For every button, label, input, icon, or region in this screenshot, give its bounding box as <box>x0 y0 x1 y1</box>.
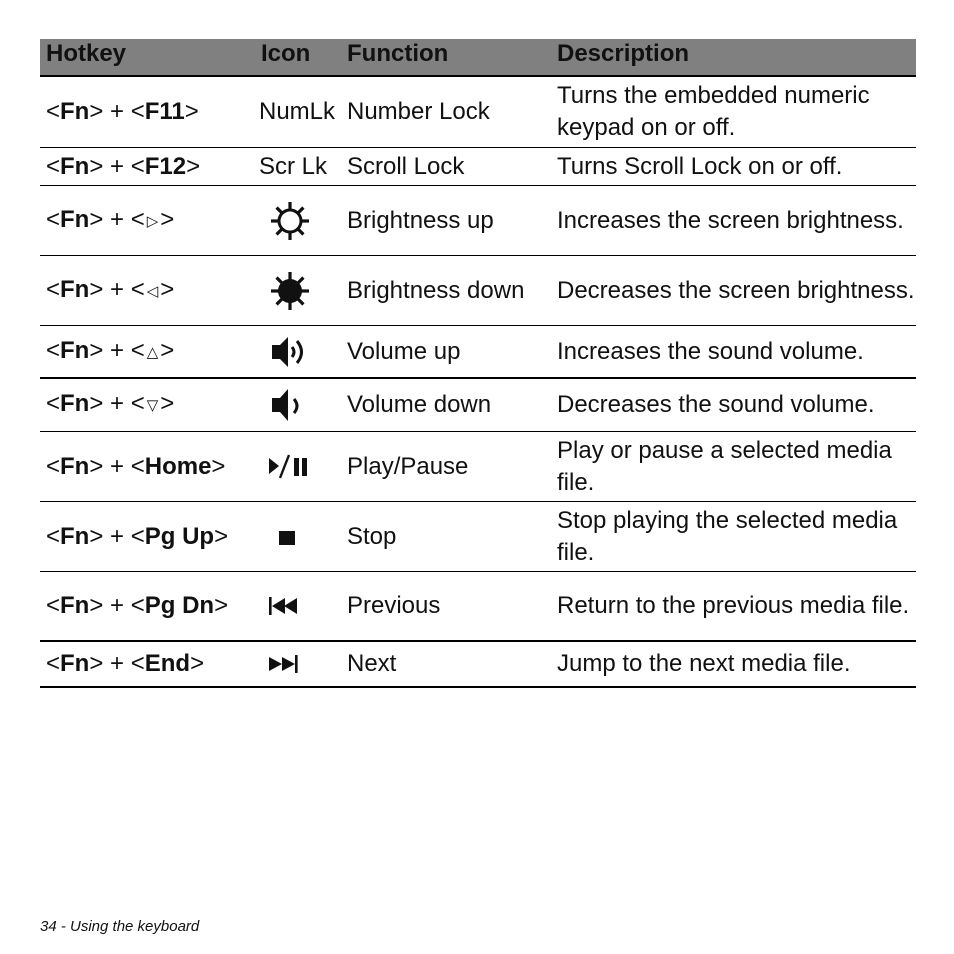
table-row: <Fn> + < ▽> Volume down Decreases the sound… <box>40 379 916 432</box>
play-pause-icon <box>267 450 313 484</box>
hotkey-cell: <Fn> + < ◁> <box>40 256 255 325</box>
arrow-key-icon: ◁ <box>146 282 159 300</box>
key-name: Pg Up <box>144 522 215 550</box>
hotkey-cell: <Fn> + <F12> <box>46 152 201 180</box>
description-cell: Stop playing the selected media file. <box>557 506 898 566</box>
key-name: F12 <box>144 152 187 180</box>
icon-cell <box>255 379 341 431</box>
modifier-key: Fn <box>60 452 90 480</box>
brightness-down-icon <box>268 269 312 313</box>
table-row: <Fn> + < △> Volume up Increases the sound v… <box>40 326 916 379</box>
icon-cell <box>255 186 341 255</box>
description-cell: Increases the sound volume. <box>557 337 864 365</box>
key-name: Pg Dn <box>144 592 215 619</box>
table-row: <Fn> + <End> Next Jump to the next media f… <box>40 642 916 688</box>
function-cell: Scroll Lock <box>347 152 465 180</box>
stop-icon <box>267 522 313 552</box>
header-hotkey: Hotkey <box>46 40 127 67</box>
modifier-key: Fn <box>60 275 90 303</box>
description-cell: Play or pause a selected media file. <box>557 436 892 496</box>
function-cell: Previous <box>347 592 441 619</box>
hotkey-cell: <Fn> + <Pg Dn> <box>46 592 229 619</box>
description-cell: Turns the embedded numeric keypad on or … <box>557 82 870 141</box>
next-icon <box>267 649 313 679</box>
volume-up-icon <box>270 332 310 372</box>
table-row: <Fn> + <Pg Up> Stop Stop playing the selec… <box>40 502 916 572</box>
table-row: <Fn> + < ◁> Brightness down Decreases the s… <box>40 256 916 326</box>
icon-cell <box>255 256 341 325</box>
modifier-key: Fn <box>60 390 90 417</box>
page-footer: 34 - Using the keyboard <box>40 918 200 935</box>
key-name: F11 <box>144 98 185 125</box>
hotkey-cell: <Fn> + < ▷> <box>40 186 255 255</box>
icon-cell <box>255 326 341 377</box>
description-cell: Turns Scroll Lock on or off. <box>557 152 843 180</box>
hotkey-cell: <Fn> + <Pg Up> <box>46 522 229 550</box>
table-body: <Fn> + <F11> NumLk Number Lock Turns the em… <box>40 77 916 688</box>
hotkey-cell: <Fn> + < ▽> <box>40 379 255 431</box>
description-cell: Increases the screen brightness. <box>557 206 904 234</box>
modifier-key: Fn <box>60 650 90 677</box>
function-cell: Stop <box>347 522 397 550</box>
modifier-key: Fn <box>60 98 90 125</box>
function-cell: Play/Pause <box>347 452 469 480</box>
hotkey-cell: <Fn> + <Home> <box>46 452 226 480</box>
icon-cell <box>255 432 341 501</box>
icon-cell <box>255 642 341 686</box>
description-cell: Return to the previous media file. <box>557 592 910 619</box>
icon-label: Scr Lk <box>259 152 328 180</box>
modifier-key: Fn <box>60 522 90 550</box>
modifier-key: Fn <box>60 336 90 364</box>
icon-label: NumLk <box>259 98 336 125</box>
description-cell: Decreases the sound volume. <box>557 391 875 418</box>
function-cell: Brightness up <box>347 206 494 234</box>
table-row: <Fn> + < ▷> Brightness up Increases the scr… <box>40 186 916 256</box>
description-cell: Jump to the next media file. <box>557 650 851 677</box>
previous-icon <box>267 591 313 621</box>
header-function: Function <box>347 40 449 67</box>
description-cell: Decreases the screen brightness. <box>557 276 915 304</box>
arrow-key-icon: ▽ <box>146 397 159 414</box>
modifier-key: Fn <box>60 152 90 180</box>
arrow-key-icon: △ <box>146 343 159 361</box>
brightness-up-icon <box>268 199 312 243</box>
modifier-key: Fn <box>60 592 90 619</box>
key-name: End <box>144 650 191 677</box>
key-name: Home <box>144 452 212 480</box>
function-cell: Volume up <box>347 337 461 365</box>
function-cell: Brightness down <box>347 276 525 304</box>
icon-cell <box>255 502 341 571</box>
function-cell: Volume down <box>347 391 492 418</box>
table-row: <Fn> + <F12> Scr Lk Scroll Lock Turns Scrol… <box>40 148 916 186</box>
modifier-key: Fn <box>60 205 90 233</box>
function-cell: Number Lock <box>347 98 490 125</box>
hotkey-cell: <Fn> + <End> <box>46 650 205 677</box>
hotkey-cell: <Fn> + <F11> <box>46 98 199 125</box>
header-icon: Icon <box>261 40 311 67</box>
volume-down-icon <box>270 385 310 425</box>
table-row: <Fn> + <F11> NumLk Number Lock Turns the em… <box>40 77 916 148</box>
hotkey-table: Hotkey Icon Function Description <Fn> + … <box>40 39 916 688</box>
hotkey-cell: <Fn> + < △> <box>40 326 255 377</box>
table-header: Hotkey Icon Function Description <box>40 39 916 77</box>
table-row: <Fn> + <Home> Play/Pause Play or pause a s… <box>40 432 916 502</box>
table-row: <Fn> + <Pg Dn> Previous Return to the prev… <box>40 572 916 642</box>
function-cell: Next <box>347 650 397 677</box>
arrow-key-icon: ▷ <box>146 212 159 230</box>
header-description: Description <box>557 40 690 67</box>
icon-cell <box>255 572 341 640</box>
